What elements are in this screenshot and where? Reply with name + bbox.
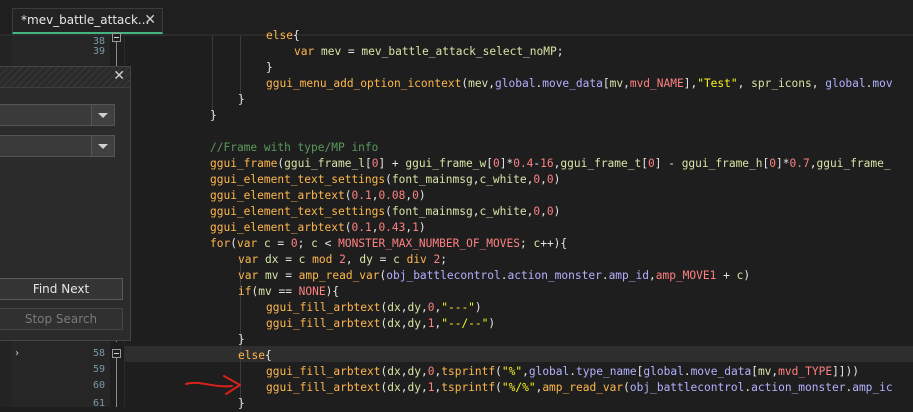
line-number: 58 — [92, 348, 105, 359]
find-replace-dialog: ✕ Find Next Stop Search — [0, 66, 131, 341]
code-line: ggui_fill_arbtext(dx,dy,1,tsprintf("%/%"… — [266, 381, 893, 394]
indent-guide — [240, 36, 241, 100]
replace-combobox[interactable] — [0, 135, 115, 157]
tab-title: *mev_battle_attack... — [21, 13, 150, 27]
find-next-button[interactable]: Find Next — [0, 278, 123, 300]
find-combobox[interactable] — [0, 104, 115, 126]
tab-bar: *mev_battle_attack... ✕ — [0, 0, 913, 36]
close-icon[interactable]: ✕ — [113, 68, 125, 84]
chevron-right-icon: › — [14, 348, 21, 359]
code-line: ggui_element_text_settings(font_mainmsg,… — [210, 173, 561, 186]
line-number: 59 — [92, 364, 105, 375]
code-line: else{ — [238, 349, 272, 362]
code-line: ggui_element_arbtext(0.1,0.08,0) — [210, 189, 426, 202]
code-line: var dx = c mod 2, dy = c div 2; — [238, 253, 448, 266]
code-editor[interactable]: 38 39 58 59 60 61 › else{ var mev = mev_… — [0, 29, 913, 410]
close-icon[interactable]: ✕ — [144, 12, 156, 28]
code-line: ggui_frame(ggui_frame_l[0] + ggui_frame_… — [210, 157, 891, 170]
code-line: } — [238, 333, 245, 346]
fold-guide-line — [116, 358, 117, 407]
indent-guide — [212, 36, 213, 116]
code-line: ggui_fill_arbtext(dx,dy,1,"--/--") — [266, 317, 496, 330]
tab-mev-battle-attack[interactable]: *mev_battle_attack... ✕ — [12, 8, 163, 34]
fold-toggle-icon[interactable] — [112, 33, 121, 42]
line-number: 61 — [92, 398, 105, 409]
code-line: for(var c = 0; c < MONSTER_MAX_NUMBER_OF… — [210, 237, 568, 250]
code-line: ggui_fill_arbtext(dx,dy,0,tsprintf("%",g… — [266, 365, 860, 378]
code-line: if(mv == NONE){ — [238, 285, 340, 298]
code-line: } — [238, 397, 245, 410]
code-line: ggui_element_arbtext(0.1,0.43,1) — [210, 221, 426, 234]
stop-search-button[interactable]: Stop Search — [0, 308, 123, 330]
annotation-arrow-icon — [185, 375, 241, 395]
code-line: } — [238, 93, 245, 106]
code-line: } — [210, 109, 217, 122]
code-line: } — [266, 61, 273, 74]
chevron-down-icon[interactable] — [91, 105, 114, 125]
code-line: ggui_element_text_settings(font_mainmsg,… — [210, 205, 561, 218]
code-line: else{ — [266, 29, 300, 42]
code-line: var mv = amp_read_var(obj_battlecontrol.… — [238, 269, 751, 282]
line-number: 60 — [92, 380, 105, 391]
dialog-titlebar[interactable]: ✕ — [0, 67, 130, 88]
code-line: ggui_fill_arbtext(dx,dy,0,"---") — [266, 301, 482, 314]
chevron-down-icon[interactable] — [91, 136, 114, 156]
fold-toggle-icon[interactable] — [112, 349, 121, 358]
code-comment: //Frame with type/MP info — [210, 141, 379, 154]
line-number: 39 — [92, 46, 105, 57]
code-line: ggui_menu_add_option_icontext(mev,global… — [266, 77, 893, 90]
code-line: var mev = mev_battle_attack_select_noMP; — [294, 45, 564, 58]
